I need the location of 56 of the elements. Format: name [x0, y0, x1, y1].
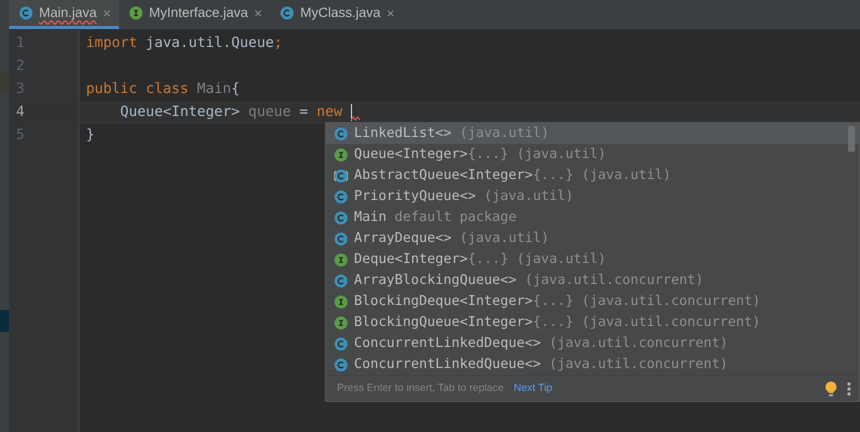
completion-item[interactable]: ConcurrentLinkedDeque<> (java.util.concurrent) — [326, 333, 859, 354]
completion-item[interactable]: BlockingQueue<Integer>{...} (java.util.concurrent) — [326, 312, 859, 333]
class-icon — [334, 190, 348, 204]
interface-icon — [334, 294, 348, 308]
completion-item[interactable]: Deque<Integer>{...} (java.util) — [326, 249, 859, 270]
completion-item[interactable]: LinkedList<> (java.util) — [326, 123, 859, 144]
completion-text: BlockingDeque<Integer>{...} (java.util.concurrent) — [354, 292, 760, 312]
class-icon — [19, 6, 33, 20]
close-icon[interactable]: × — [102, 2, 111, 24]
close-icon[interactable]: × — [386, 2, 395, 24]
completion-text: PriorityQueue<> (java.util) — [354, 187, 574, 206]
completion-item[interactable]: BlockingDeque<Integer>{...} (java.util.concurrent) — [326, 291, 859, 312]
interface-icon — [334, 252, 348, 266]
class-icon — [280, 6, 294, 20]
tool-window-marker — [0, 310, 9, 332]
next-tip-link[interactable]: Next Tip — [514, 380, 552, 396]
completion-text: ConcurrentLinkedQueue<> (java.util.concurrent) — [354, 355, 728, 374]
lightbulb-icon[interactable] — [825, 380, 837, 396]
class-icon — [334, 210, 348, 224]
completion-item[interactable]: ConcurrentLinkedQueue<> (java.util.concurrent) — [326, 354, 859, 375]
interface-icon — [334, 148, 348, 162]
interface-icon — [128, 6, 143, 20]
interface-icon — [334, 316, 348, 330]
class-icon — [334, 358, 348, 372]
close-icon[interactable]: × — [254, 2, 262, 24]
completion-text: ConcurrentLinkedDeque<> (java.util.concurrent) — [354, 334, 728, 354]
completion-text: AbstractQueue<Integer>{...} (java.util) — [354, 166, 671, 186]
completion-text: ArrayBlockingQueue<> (java.util.concurrent) — [354, 271, 704, 290]
completion-text: BlockingQueue<Integer>{...} (java.util.concurrent) — [354, 313, 760, 332]
hint-text: Press Enter to insert, Tab to replace — [337, 380, 504, 396]
completion-text: Queue<Integer>{...} (java.util) — [354, 145, 606, 164]
editor-tab[interactable]: Main.java × — [9, 0, 119, 29]
error-squiggle — [351, 116, 360, 122]
completion-text: LinkedList<> (java.util) — [354, 124, 550, 144]
more-options-icon[interactable] — [847, 382, 851, 396]
completion-text: Main default package — [354, 208, 517, 228]
completion-text: ArrayDeque<> (java.util) — [354, 229, 550, 248]
code-line: public class Main{ — [86, 81, 240, 97]
class-icon — [334, 232, 348, 246]
class-icon — [334, 336, 348, 350]
completion-item[interactable]: Queue<Integer>{...} (java.util) — [326, 144, 859, 165]
completion-item[interactable]: ArrayDeque<> (java.util) — [326, 228, 859, 249]
editor-tab[interactable]: MyClass.java × — [270, 0, 403, 29]
completion-item[interactable]: Main default package — [326, 207, 859, 228]
completion-item[interactable]: ArrayBlockingQueue<> (java.util.concurrent) — [326, 270, 859, 291]
code-line: } — [86, 127, 95, 143]
editor-tab[interactable]: MyInterface.java × — [118, 0, 270, 29]
code-line: Queue<Integer> queue = new — [119, 104, 342, 120]
completion-text: Deque<Integer>{...} (java.util) — [354, 250, 606, 270]
abstract-class-icon — [334, 168, 348, 182]
class-icon — [334, 126, 348, 140]
completion-item[interactable]: PriorityQueue<> (java.util) — [326, 186, 859, 207]
class-icon — [334, 274, 348, 288]
scrollbar-thumb[interactable] — [848, 126, 855, 152]
completion-item[interactable]: AbstractQueue<Integer>{...} (java.util) — [326, 165, 859, 186]
code-line: import java.util.Queue; — [86, 35, 282, 51]
